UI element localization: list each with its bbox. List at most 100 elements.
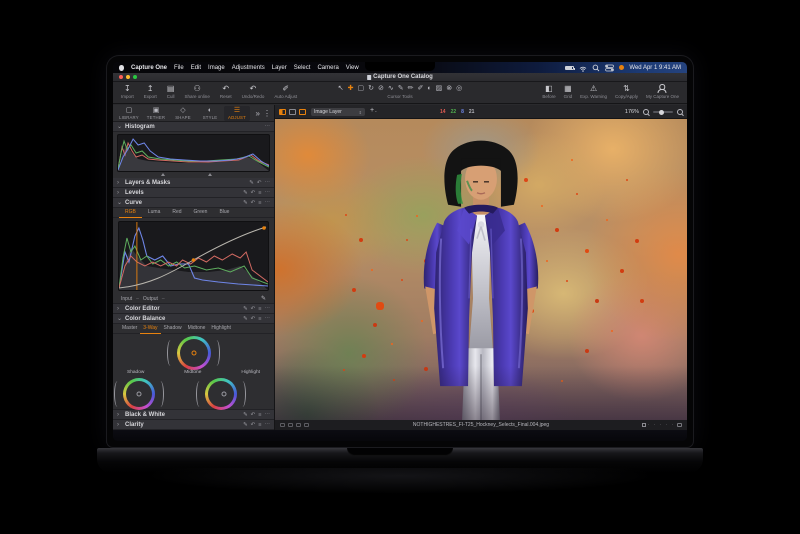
- panel-pen-icon[interactable]: ✎: [243, 188, 248, 198]
- menu-camera[interactable]: Camera: [317, 65, 338, 71]
- viewer-option-icon[interactable]: [296, 423, 301, 427]
- single-view-icon[interactable]: [289, 109, 296, 115]
- panel-pen-icon[interactable]: ✎: [243, 198, 248, 208]
- photo-canvas[interactable]: [275, 119, 687, 420]
- capture-one-status-icon[interactable]: [619, 65, 624, 70]
- panel-presets-icon[interactable]: ≡: [258, 410, 261, 420]
- minimize-window-button[interactable]: [126, 75, 130, 79]
- cursor-tool-erase-mask-icon[interactable]: ✐: [418, 84, 424, 93]
- shadow-lightness-arc[interactable]: [157, 381, 164, 407]
- panel-color-balance-header[interactable]: ⌄ Color Balance ✎ ↶ ≡ ⋯: [113, 314, 274, 324]
- midtone-color-wheel[interactable]: [177, 336, 211, 370]
- tab-adjust[interactable]: ☰ ADJUST: [224, 106, 250, 121]
- more-tabs-icon[interactable]: »: [256, 109, 260, 118]
- cursor-tool-linear-gradient-icon[interactable]: ◐: [427, 84, 431, 93]
- curve-tab-luma[interactable]: Luma: [142, 208, 167, 217]
- title-bar[interactable]: Capture One Catalog: [113, 73, 687, 82]
- panel-reset-icon[interactable]: ↶: [251, 304, 256, 314]
- panel-pen-icon[interactable]: ✎: [243, 410, 248, 420]
- zoom-magnifier-icon[interactable]: [643, 109, 649, 115]
- wifi-icon[interactable]: [579, 64, 587, 72]
- panel-pen-icon[interactable]: ✎: [243, 420, 248, 430]
- curve-picker-icon[interactable]: ✎: [261, 295, 266, 302]
- multi-view-icon[interactable]: [279, 109, 286, 115]
- curve-tab-rgb[interactable]: RGB: [119, 208, 142, 218]
- panel-reset-icon[interactable]: ↶: [251, 198, 256, 208]
- cursor-tool-clone-icon[interactable]: ✎: [398, 84, 404, 93]
- undo-redo-button[interactable]: ↶ Undo/Redo: [238, 82, 269, 99]
- curve-graph[interactable]: [118, 221, 269, 291]
- panel-histogram-header[interactable]: ⌄ Histogram ⋯: [113, 122, 274, 132]
- panel-more-icon[interactable]: ⋯: [265, 314, 271, 324]
- viewer-option-icon[interactable]: [288, 423, 293, 427]
- tab-options-icon[interactable]: ⋮: [263, 109, 271, 118]
- import-button[interactable]: ↧ Import: [117, 82, 138, 99]
- panel-pen-icon[interactable]: ✎: [243, 304, 248, 314]
- cb-tab-highlight[interactable]: Highlight: [208, 324, 233, 333]
- curve-tab-green[interactable]: Green: [188, 208, 214, 217]
- menu-edit[interactable]: Edit: [191, 65, 201, 71]
- panel-more-icon[interactable]: ⋯: [265, 188, 271, 198]
- shadow-color-wheel[interactable]: [123, 378, 155, 410]
- menu-layer[interactable]: Layer: [272, 65, 287, 71]
- panel-more-icon[interactable]: ⋯: [265, 304, 271, 314]
- cursor-tool-pan-icon[interactable]: ✚: [348, 84, 354, 93]
- tab-tether[interactable]: ▣ TETHER: [143, 106, 169, 121]
- apple-menu-icon[interactable]: [119, 65, 124, 71]
- menu-adjustments[interactable]: Adjustments: [232, 65, 265, 71]
- panel-presets-icon[interactable]: ≡: [258, 304, 261, 314]
- menu-image[interactable]: Image: [208, 65, 225, 71]
- tab-shape[interactable]: ◇ SHAPE: [170, 106, 196, 121]
- cursor-tool-magic-brush-icon[interactable]: ⊗: [446, 84, 452, 93]
- cursor-tool-rotate-icon[interactable]: ↻: [368, 84, 374, 93]
- highlight-saturation-arc[interactable]: [196, 381, 203, 407]
- panel-more-icon[interactable]: ⋯: [265, 198, 271, 208]
- cursor-tool-radial-gradient-icon[interactable]: ▨: [436, 84, 443, 93]
- curve-tab-blue[interactable]: Blue: [213, 208, 235, 217]
- exposure-warning-button[interactable]: ⚠ Exp. Warning: [576, 82, 611, 99]
- cursor-tool-zoom-icon[interactable]: ◎: [456, 84, 462, 93]
- panel-pen-icon[interactable]: ✎: [243, 314, 248, 324]
- cb-tab-shadow[interactable]: Shadow: [161, 324, 185, 333]
- zoom-window-button[interactable]: [133, 75, 137, 79]
- curve-tab-red[interactable]: Red: [166, 208, 187, 217]
- cb-tab-midtone[interactable]: Midtone: [185, 324, 209, 333]
- auto-adjust-button[interactable]: ✐ Auto Adjust: [270, 82, 301, 99]
- viewer-option-icon[interactable]: [280, 423, 285, 427]
- export-button[interactable]: ↥ Export: [140, 82, 161, 99]
- color-tag-icon[interactable]: [642, 423, 646, 427]
- cursor-tool-cursor-icon[interactable]: ↖: [338, 84, 344, 93]
- zoom-slider[interactable]: [653, 111, 673, 113]
- before-button[interactable]: ◧ Before: [538, 82, 559, 99]
- panel-levels-header[interactable]: › Levels ✎ ↶ ≡ ⋯: [113, 188, 274, 198]
- cursor-tool-heal-icon[interactable]: ∿: [388, 84, 394, 93]
- tab-style[interactable]: ◐ STYLE: [197, 106, 223, 121]
- menu-view[interactable]: View: [346, 65, 359, 71]
- histogram-markers[interactable]: [119, 173, 268, 177]
- curve-output-value[interactable]: –: [162, 296, 165, 302]
- panel-presets-icon[interactable]: ≡: [258, 188, 261, 198]
- close-window-button[interactable]: [119, 75, 123, 79]
- proof-view-icon[interactable]: [299, 109, 306, 115]
- star-rating[interactable]: · · · · ·: [648, 422, 675, 428]
- copy-apply-button[interactable]: ⇅ Copy/Apply: [611, 82, 642, 99]
- midtone-saturation-arc[interactable]: [167, 340, 174, 366]
- panel-reset-icon[interactable]: ↶: [251, 410, 256, 420]
- menu-clock[interactable]: Wed Apr 1 9:41 AM: [629, 65, 681, 71]
- cursor-tool-crop-icon[interactable]: ▢: [358, 84, 365, 93]
- cb-tab-master[interactable]: Master: [119, 324, 140, 333]
- panel-layers-masks-header[interactable]: › Layers & Masks ✎ ↶ ⋯: [113, 178, 274, 188]
- panel-reset-icon[interactable]: ↶: [251, 420, 256, 430]
- panel-black-white-header[interactable]: › Black & White ✎ ↶ ≡ ⋯: [113, 410, 274, 420]
- panel-presets-icon[interactable]: ≡: [258, 314, 261, 324]
- panel-presets-icon[interactable]: ≡: [258, 198, 261, 208]
- menu-select[interactable]: Select: [294, 65, 311, 71]
- viewer-option-icon[interactable]: [304, 423, 309, 427]
- layer-select[interactable]: Image Layer ⇕: [311, 108, 365, 116]
- highlight-lightness-arc[interactable]: [239, 381, 246, 407]
- thumbnail-icon[interactable]: [677, 423, 682, 427]
- cursor-tool-straighten-icon[interactable]: ⊘: [378, 84, 384, 93]
- midtone-lightness-arc[interactable]: [213, 340, 220, 366]
- highlight-color-wheel[interactable]: [205, 378, 237, 410]
- panel-color-editor-header[interactable]: › Color Editor ✎ ↶ ≡ ⋯: [113, 304, 274, 314]
